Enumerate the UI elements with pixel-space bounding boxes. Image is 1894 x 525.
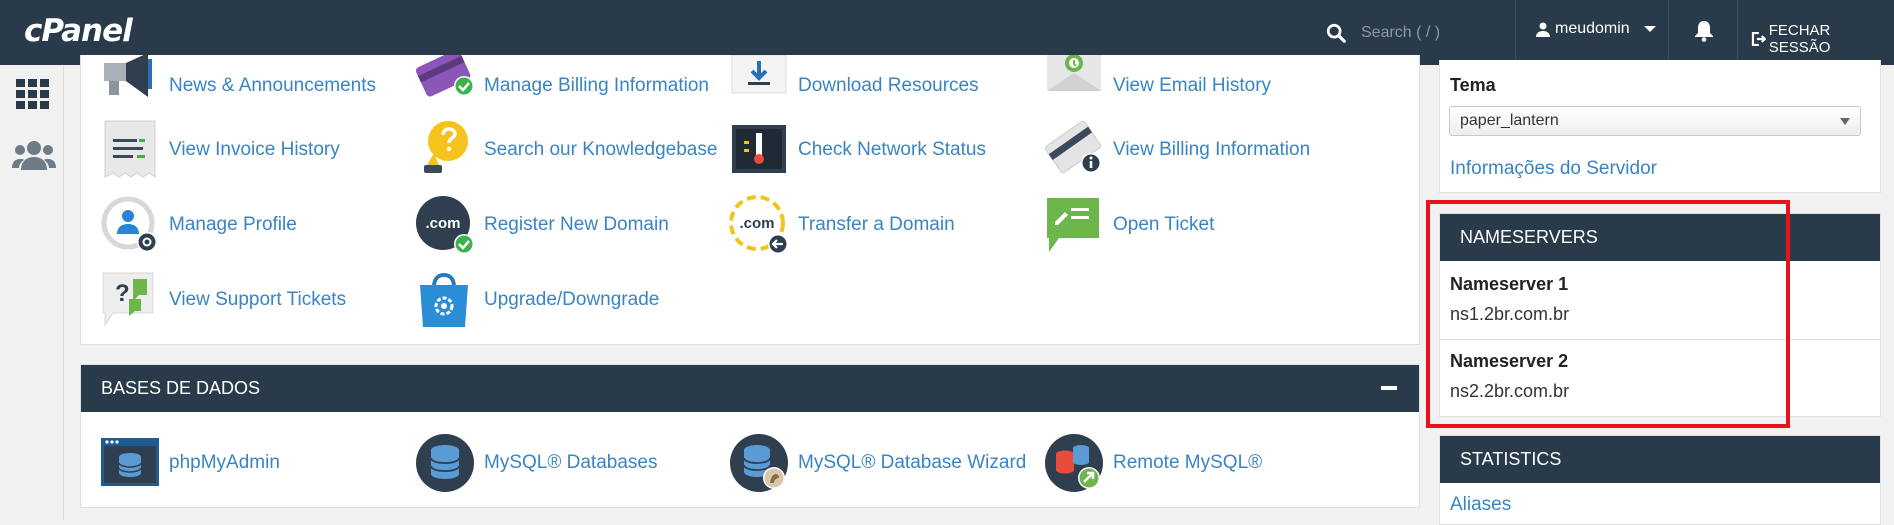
search-icon (1326, 23, 1346, 43)
profile-icon (99, 194, 161, 256)
item-view-email-history[interactable]: View Email History (1043, 54, 1271, 118)
item-manage-billing[interactable]: Manage Billing Information (414, 49, 709, 118)
item-upgrade-downgrade[interactable]: Upgrade/Downgrade (414, 268, 659, 332)
grid-icon[interactable] (16, 79, 50, 109)
item-mysql-databases[interactable]: MySQL® Databases (414, 431, 657, 495)
divider (1668, 0, 1669, 65)
server-info-link[interactable]: Informações do Servidor (1450, 158, 1657, 180)
item-register-new-domain[interactable]: .com Register New Domain (414, 193, 669, 257)
collapse-icon[interactable] (1381, 386, 1397, 390)
mysql-wizard-icon (728, 432, 790, 494)
credit-card-icon (414, 49, 476, 117)
item-remote-mysql[interactable]: Remote MySQL® (1043, 431, 1262, 495)
transfer-domain-icon: .com (728, 194, 790, 256)
panel-title: STATISTICS (1460, 449, 1562, 469)
theme-select[interactable]: paper_lantern (1449, 106, 1861, 136)
logout-button[interactable]: FECHAR SESSÃO (1750, 22, 1894, 56)
highlight-box (1426, 200, 1790, 428)
item-view-support-tickets[interactable]: ? View Support Tickets (99, 268, 346, 332)
chevron-down-icon (1840, 118, 1850, 125)
open-ticket-icon (1043, 194, 1105, 256)
item-check-network-status[interactable]: Check Network Status (728, 118, 986, 182)
billing-info-icon (1043, 119, 1105, 181)
item-news[interactable]: News & Announcements (99, 53, 376, 118)
item-manage-profile[interactable]: Manage Profile (99, 193, 297, 257)
divider (1737, 0, 1738, 65)
item-phpmyadmin[interactable]: phpMyAdmin (99, 431, 280, 495)
support-tickets-icon: ? (99, 269, 161, 331)
stat-aliases-link[interactable]: Aliases (1450, 494, 1511, 516)
theme-label: Tema (1450, 75, 1496, 95)
users-icon[interactable] (12, 140, 56, 170)
svg-text:?: ? (115, 280, 130, 307)
invoice-icon (99, 119, 161, 181)
username: meudomin (1555, 20, 1630, 37)
panel-title: BASES DE DADOS (101, 378, 261, 398)
logout-icon (1751, 32, 1766, 46)
databases-panel: BASES DE DADOS phpMyAdmin MySQL® Databas… (80, 364, 1420, 508)
left-nav (0, 65, 64, 520)
databases-header[interactable]: BASES DE DADOS (81, 365, 1419, 412)
user-menu[interactable]: meudomin (1535, 20, 1656, 38)
chevron-down-icon (1643, 26, 1656, 32)
theme-select-value: paper_lantern (1460, 112, 1559, 129)
megaphone-icon (99, 53, 161, 117)
mysql-databases-icon (414, 432, 476, 494)
search-input[interactable] (1361, 24, 1531, 42)
item-transfer-domain[interactable]: .com Transfer a Domain (728, 193, 955, 257)
email-history-icon (1043, 54, 1105, 117)
network-status-icon (728, 119, 790, 181)
user-icon (1536, 22, 1550, 37)
billing-panel: News & Announcements Manage Billing Info… (80, 49, 1420, 345)
item-search-knowledgebase[interactable]: Search our Knowledgebase (414, 118, 717, 182)
statistics-header: STATISTICS (1440, 436, 1880, 483)
item-open-ticket[interactable]: Open Ticket (1043, 193, 1214, 257)
item-view-invoice-history[interactable]: View Invoice History (99, 118, 340, 182)
cpanel-logo[interactable]: cPanel (24, 13, 133, 49)
svg-text:.com: .com (739, 215, 774, 232)
phpmyadmin-icon (99, 432, 161, 494)
upgrade-bag-icon (414, 269, 476, 331)
item-view-billing-information[interactable]: View Billing Information (1043, 118, 1310, 182)
divider (1515, 0, 1516, 65)
register-domain-icon: .com (414, 194, 476, 256)
theme-panel: Tema paper_lantern Informações do Servid… (1439, 60, 1881, 193)
bell-icon[interactable] (1694, 20, 1714, 47)
item-download-resources[interactable]: Download Resources (728, 54, 979, 118)
statistics-panel: STATISTICS Aliases (1439, 435, 1881, 525)
remote-mysql-icon (1043, 432, 1105, 494)
logout-label: FECHAR SESSÃO (1768, 22, 1831, 56)
item-mysql-database-wizard[interactable]: MySQL® Database Wizard (728, 431, 1026, 495)
lightbulb-icon (414, 119, 476, 181)
svg-text:.com: .com (425, 215, 460, 232)
search-box[interactable] (1325, 18, 1531, 48)
download-icon (728, 54, 790, 117)
